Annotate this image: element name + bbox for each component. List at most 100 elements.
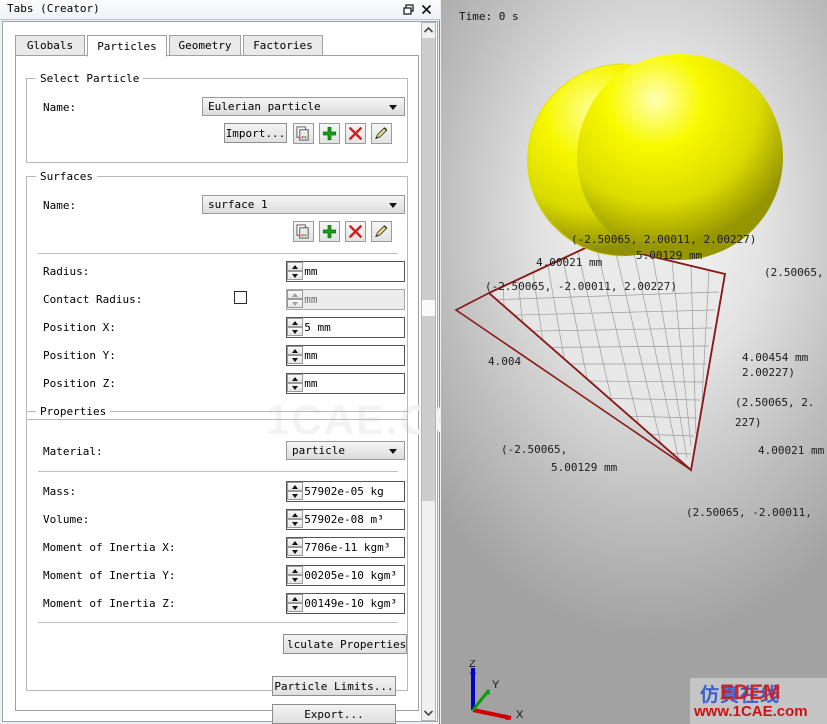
radius-increment[interactable] <box>287 262 303 271</box>
axis-triad: Z Y X <box>469 660 524 720</box>
position-x-input[interactable]: 0.5 mm <box>286 317 405 338</box>
annotation-dim-4: 4.004 <box>488 355 522 368</box>
radius-decrement[interactable] <box>287 271 303 280</box>
annotation-corner-bottom-left: (-2.50065, <box>501 443 568 456</box>
tab-geometry[interactable]: Geometry <box>169 35 241 56</box>
moment-inertia-y-label: Moment of Inertia Y: <box>43 569 176 582</box>
volume-increment[interactable] <box>287 510 303 519</box>
chevron-down-icon <box>389 203 397 208</box>
surfaces-divider <box>38 253 398 254</box>
scroll-down-icon[interactable] <box>422 706 435 720</box>
moment-inertia-y-increment[interactable] <box>287 566 303 575</box>
dialog-scrollbar[interactable] <box>421 22 436 721</box>
chevron-down-icon <box>389 449 397 454</box>
watermark-brand: EDEM <box>720 681 781 704</box>
contact-radius-checkbox[interactable] <box>234 291 247 304</box>
dialog-body: Globals Particles Geometry Factories 1CA… <box>2 21 502 724</box>
surface-name-label: Name: <box>43 199 77 212</box>
axis-y-label: Y <box>492 679 500 691</box>
volume-decrement[interactable] <box>287 519 303 528</box>
moment-inertia-x-decrement[interactable] <box>287 547 303 556</box>
axis-x-label: X <box>516 709 524 720</box>
scrollbar-thumb-notch <box>422 300 435 316</box>
contact-radius-increment[interactable] <box>287 290 303 299</box>
application-window: Tabs (Creator) Globals Particles Geometr… <box>0 0 827 724</box>
position-z-increment[interactable] <box>287 374 303 383</box>
mass-increment[interactable] <box>287 482 303 491</box>
volume-value: 4.57902e-08 m³ <box>291 513 384 526</box>
annotation-corner-top: (-2.50065, 2.00011, 2.00227) <box>571 233 757 246</box>
surfaces-group: Surfaces Name: surface 1 Radius: 2 mm Co… <box>26 170 408 420</box>
scrollbar-thumb[interactable] <box>422 38 435 501</box>
select-particle-group-label: Select Particle <box>36 72 144 85</box>
position-z-label: Position Z: <box>43 377 116 390</box>
moment-inertia-y-decrement[interactable] <box>287 575 303 584</box>
position-x-increment[interactable] <box>287 318 303 327</box>
mass-decrement[interactable] <box>287 491 303 500</box>
copy-icon[interactable] <box>293 221 314 242</box>
mass-label: Mass: <box>43 485 77 498</box>
annotation-dim-6: 5.00129 mm <box>551 461 618 474</box>
mass-value: 4.57902e-05 kg <box>291 485 384 498</box>
position-y-input[interactable]: 0 mm <box>286 345 405 366</box>
radius-input[interactable]: 2 mm <box>286 261 405 282</box>
moment-inertia-z-label: Moment of Inertia Z: <box>43 597 176 610</box>
calculate-properties-button[interactable]: lculate Properties. <box>283 634 407 654</box>
tab-globals[interactable]: Globals <box>15 35 85 56</box>
properties-divider-bottom <box>38 622 398 623</box>
moment-inertia-z-input[interactable]: 1.00149e-10 kgm³ <box>286 593 405 614</box>
moment-inertia-x-value: 7.7706e-11 kgm³ <box>291 541 391 554</box>
moment-inertia-x-input[interactable]: 7.7706e-11 kgm³ <box>286 537 405 558</box>
surfaces-group-label: Surfaces <box>36 170 97 183</box>
moment-inertia-z-decrement[interactable] <box>287 603 303 612</box>
annotation-dim-1: 4.00021 mm <box>536 256 603 269</box>
particle-name-value: Eulerian particle <box>208 100 321 113</box>
moment-inertia-z-value: 1.00149e-10 kgm³ <box>291 597 397 610</box>
scroll-up-icon[interactable] <box>422 23 435 37</box>
particle-name-label: Name: <box>43 101 77 114</box>
add-icon[interactable] <box>319 123 340 144</box>
tab-bar: Globals Particles Geometry Factories <box>15 35 419 57</box>
position-z-decrement[interactable] <box>287 383 303 392</box>
chevron-down-icon <box>389 105 397 110</box>
annotation-corner-right-tail: 227) <box>735 416 762 429</box>
moment-inertia-y-input[interactable]: 1.00205e-10 kgm³ <box>286 565 405 586</box>
particle-limits-button[interactable]: Particle Limits... <box>272 676 396 696</box>
annotation-corner-right-frag: 2.00227) <box>742 366 795 379</box>
moment-inertia-x-increment[interactable] <box>287 538 303 547</box>
volume-label: Volume: <box>43 513 90 526</box>
close-icon[interactable] <box>419 2 434 17</box>
properties-group: Properties Material: particle Mass: 4.57… <box>26 405 408 691</box>
add-icon[interactable] <box>319 221 340 242</box>
creator-dialog: Tabs (Creator) Globals Particles Geometr… <box>0 0 502 724</box>
annotation-dim-5: 4.00021 mm <box>758 444 825 457</box>
position-z-input[interactable]: 0 mm <box>286 373 405 394</box>
site-watermark: 仿真在线 EDEM www.1CAE.com <box>690 678 827 724</box>
copy-icon[interactable] <box>293 123 314 144</box>
import-button[interactable]: Import... <box>224 123 287 143</box>
mass-input[interactable]: 4.57902e-05 kg <box>286 481 405 502</box>
position-x-decrement[interactable] <box>287 327 303 336</box>
position-y-increment[interactable] <box>287 346 303 355</box>
3d-viewport[interactable]: Time: 0 s (-2.50065, 2.00011, 2.00227) 4… <box>441 0 827 724</box>
restore-icon[interactable] <box>401 2 416 17</box>
delete-icon[interactable] <box>345 123 366 144</box>
contact-radius-input[interactable]: 2 mm <box>286 289 405 310</box>
annotation-corner-bottom-right: (2.50065, -2.00011, <box>686 506 812 519</box>
edit-icon[interactable] <box>371 221 392 242</box>
moment-inertia-z-increment[interactable] <box>287 594 303 603</box>
tab-particles[interactable]: Particles <box>87 35 167 57</box>
material-combo[interactable]: particle <box>286 441 405 460</box>
dialog-title: Tabs (Creator) <box>7 2 100 15</box>
delete-icon[interactable] <box>345 221 366 242</box>
particle-name-combo[interactable]: Eulerian particle <box>202 97 405 116</box>
edit-icon[interactable] <box>371 123 392 144</box>
annotation-corner-right-top: (2.50065, <box>764 266 824 279</box>
surface-name-combo[interactable]: surface 1 <box>202 195 405 214</box>
position-y-decrement[interactable] <box>287 355 303 364</box>
volume-input[interactable]: 4.57902e-08 m³ <box>286 509 405 530</box>
tab-factories[interactable]: Factories <box>243 35 323 56</box>
export-button[interactable]: Export... <box>272 704 396 724</box>
material-label: Material: <box>43 445 103 458</box>
contact-radius-decrement[interactable] <box>287 299 303 308</box>
